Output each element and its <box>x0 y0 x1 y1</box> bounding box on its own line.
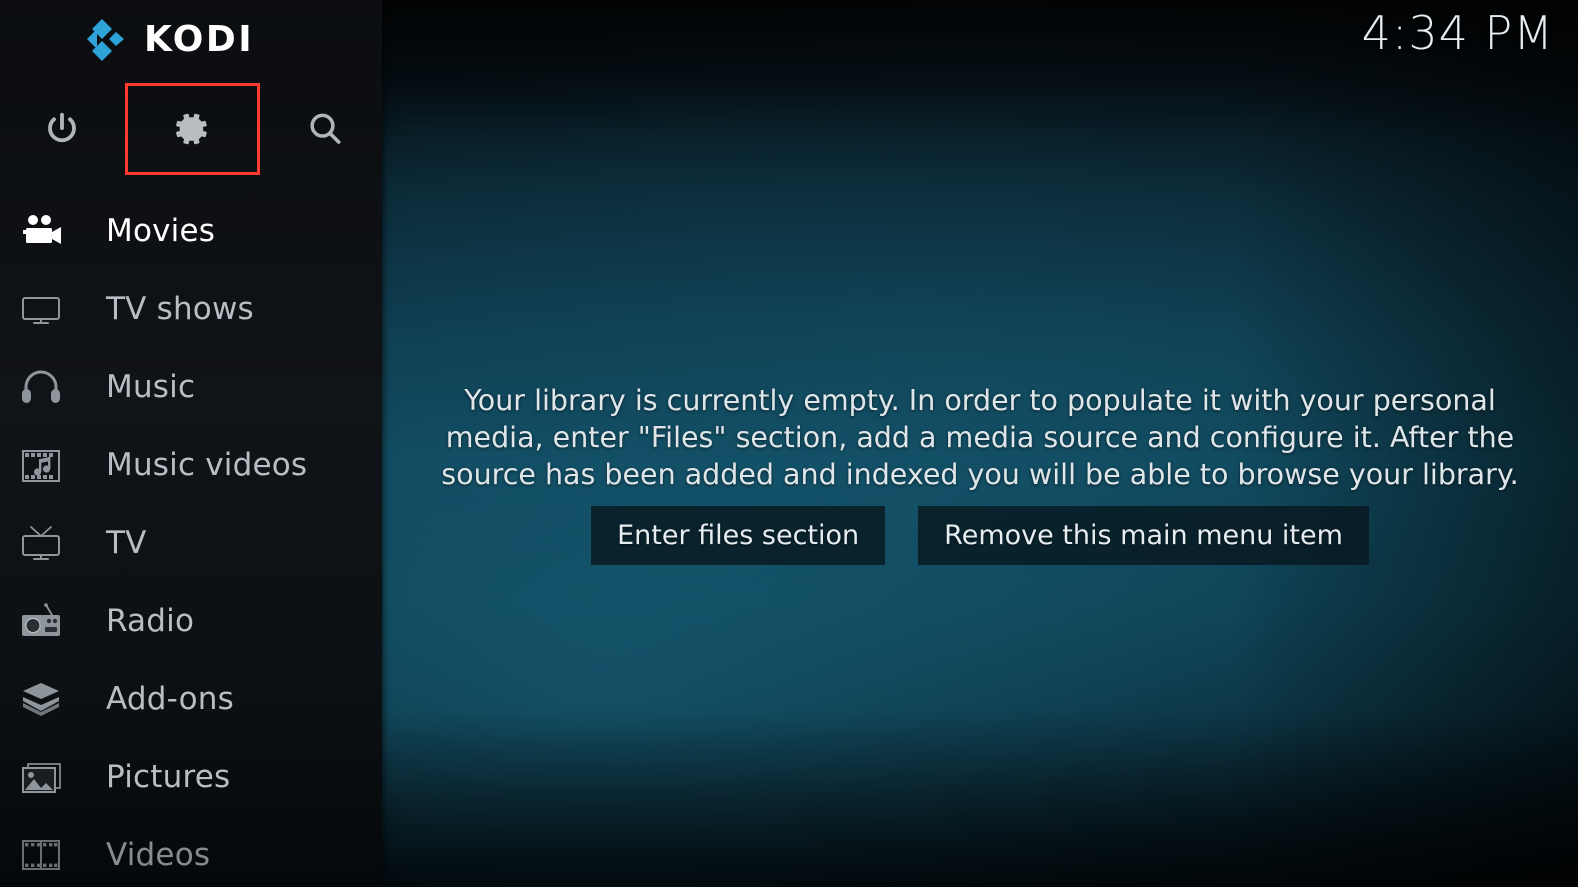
sidebar-item-tv-shows[interactable]: TV shows <box>0 270 382 348</box>
action-button-row: Enter files section Remove this main men… <box>382 506 1578 565</box>
television-icon <box>18 286 74 332</box>
app-logo: KODI <box>76 14 254 64</box>
sidebar-item-music-videos[interactable]: Music videos <box>0 426 382 504</box>
empty-library-message: Your library is currently empty. In orde… <box>441 384 1519 491</box>
kodi-logo-icon <box>76 14 128 64</box>
power-icon <box>48 112 76 143</box>
search-icon <box>310 113 341 144</box>
sidebar-item-videos[interactable]: Videos <box>0 816 382 887</box>
pictures-icon <box>18 754 74 800</box>
sidebar-item-label: TV <box>106 525 147 561</box>
enter-files-section-button[interactable]: Enter files section <box>591 506 886 565</box>
sidebar-item-label: Music <box>106 369 196 405</box>
sidebar-item-label: Add-ons <box>106 681 234 717</box>
movie-camera-icon <box>18 208 74 254</box>
film-strip-icon <box>18 832 74 878</box>
sidebar-item-music[interactable]: Music <box>0 348 382 426</box>
headphones-icon <box>18 364 74 410</box>
app-title: KODI <box>144 18 255 60</box>
sidebar-item-add-ons[interactable]: Add-ons <box>0 660 382 738</box>
sidebar-item-label: Videos <box>106 837 211 873</box>
sidebar-item-label: Movies <box>106 213 216 249</box>
sidebar-item-radio[interactable]: Radio <box>0 582 382 660</box>
sidebar-item-tv[interactable]: TV <box>0 504 382 582</box>
radio-icon <box>18 598 74 644</box>
sidebar-item-label: Radio <box>106 603 195 639</box>
main-content: Your library is currently empty. In orde… <box>382 0 1578 887</box>
kodi-home-screen: 4:34 PM Your library is currently empty.… <box>0 0 1578 887</box>
addons-box-icon <box>18 676 74 722</box>
search-button[interactable] <box>258 83 382 175</box>
music-video-icon <box>18 442 74 488</box>
settings-button[interactable] <box>125 83 259 175</box>
sidebar-top-actions <box>0 83 382 175</box>
sidebar-item-label: TV shows <box>106 291 254 327</box>
sidebar-item-pictures[interactable]: Pictures <box>0 738 382 816</box>
sidebar-item-movies[interactable]: Movies <box>0 192 382 270</box>
power-button[interactable] <box>0 83 129 175</box>
tv-antenna-icon <box>18 520 74 566</box>
remove-main-menu-item-button[interactable]: Remove this main menu item <box>918 506 1369 565</box>
gear-icon <box>176 113 207 145</box>
sidebar-item-label: Music videos <box>106 447 308 483</box>
main-menu: Movies TV shows Music Music videos TV Ra… <box>0 192 382 887</box>
sidebar-item-label: Pictures <box>106 759 231 795</box>
sidebar: KODI Movies TV shows Music Music videos … <box>0 0 382 887</box>
